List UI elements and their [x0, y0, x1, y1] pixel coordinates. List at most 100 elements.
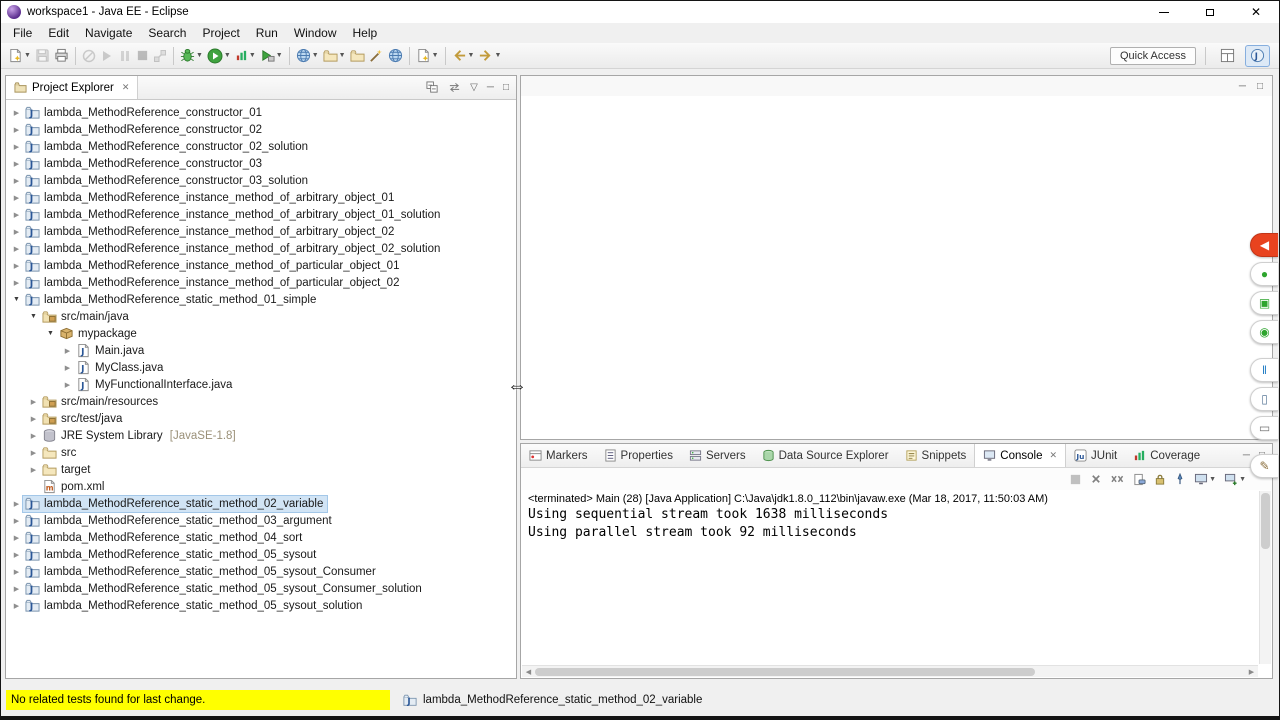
tree-item[interactable]: ▼ src/main/java: [6, 308, 516, 325]
toolbar-external-tools-button[interactable]: ▼: [258, 45, 285, 67]
overlay-pause-button[interactable]: ‖: [1250, 358, 1278, 382]
expand-arrow-icon[interactable]: ▶: [10, 228, 23, 236]
menu-help[interactable]: Help: [345, 24, 386, 42]
toolbar-run-button[interactable]: ▼: [205, 45, 233, 67]
javaee-perspective-button[interactable]: J: [1245, 44, 1270, 67]
overlay-display-button[interactable]: ▭: [1250, 416, 1278, 440]
expand-arrow-icon[interactable]: ▶: [10, 534, 23, 542]
tree-item[interactable]: ▶ src: [6, 444, 516, 461]
overlay-plugin-button[interactable]: ●: [1250, 262, 1278, 286]
tree-item[interactable]: ▶ Jlambda_MethodReference_instance_method…: [6, 223, 516, 240]
console-minimize-button[interactable]: ─: [1243, 450, 1250, 461]
tab-snippets[interactable]: Snippets: [897, 444, 975, 467]
expand-arrow-icon[interactable]: ▶: [10, 177, 23, 185]
expand-arrow-icon[interactable]: ▶: [10, 126, 23, 134]
collapse-arrow-icon[interactable]: ▼: [10, 296, 23, 303]
minimize-button[interactable]: ─: [487, 82, 494, 93]
menu-project[interactable]: Project: [194, 24, 247, 42]
tree-item[interactable]: ▶ J Main.java: [6, 342, 516, 359]
tree-item[interactable]: ▶ J MyFunctionalInterface.java: [6, 376, 516, 393]
toolbar-new-wizard-button[interactable]: ▼: [6, 45, 33, 67]
tab-project-explorer[interactable]: Project Explorer ✕: [6, 76, 139, 99]
expand-arrow-icon[interactable]: ▶: [10, 602, 23, 610]
toolbar-print-button[interactable]: [52, 45, 71, 67]
tab-markers[interactable]: Markers: [521, 444, 596, 467]
tree-item[interactable]: ▶ Jlambda_MethodReference_instance_method…: [6, 206, 516, 223]
overlay-mobile-button[interactable]: ▯: [1250, 387, 1278, 411]
toolbar-internal-browser-button[interactable]: [386, 45, 405, 67]
scroll-left-icon[interactable]: ◀: [522, 668, 535, 676]
dropdown-arrow-icon[interactable]: ▼: [196, 52, 203, 59]
tab-junit[interactable]: Ju JUnit: [1066, 444, 1125, 467]
toolbar-open-resource-button[interactable]: [348, 45, 367, 67]
tree-item[interactable]: ▼ mypackage: [6, 325, 516, 342]
scrollbar-thumb[interactable]: [535, 667, 1036, 676]
menu-run[interactable]: Run: [248, 24, 286, 42]
toolbar-web-browser-button[interactable]: ▼: [294, 45, 321, 67]
tree-item[interactable]: ▶ J MyClass.java: [6, 359, 516, 376]
scroll-lock-button[interactable]: [1154, 473, 1166, 486]
tree-item[interactable]: ▶ Jlambda_MethodReference_instance_method…: [6, 240, 516, 257]
tree-item[interactable]: ▶ Jlambda_MethodReference_instance_method…: [6, 274, 516, 291]
toolbar-new-java-element-button[interactable]: ▼: [414, 45, 441, 67]
expand-arrow-icon[interactable]: ▶: [61, 347, 74, 355]
tree-item[interactable]: ▶ Jlambda_MethodReference_static_method_0…: [6, 563, 516, 580]
close-icon[interactable]: ✕: [122, 82, 130, 93]
tree-item[interactable]: ▶ Jlambda_MethodReference_static_method_0…: [6, 597, 516, 614]
overlay-camera-button[interactable]: ▣: [1250, 291, 1278, 315]
expand-arrow-icon[interactable]: ▶: [27, 466, 40, 474]
tree-item[interactable]: ▶ src/main/resources: [6, 393, 516, 410]
console-horizontal-scrollbar[interactable]: ◀ ▶: [522, 665, 1258, 677]
expand-arrow-icon[interactable]: ▶: [10, 279, 23, 287]
overlay-edit-button[interactable]: ✎: [1250, 454, 1278, 478]
tree-item[interactable]: ▶ Jlambda_MethodReference_constructor_03: [6, 155, 516, 172]
toolbar-resume-button[interactable]: [98, 45, 116, 67]
dropdown-arrow-icon[interactable]: ▼: [1209, 476, 1216, 483]
overlay-record-button[interactable]: ◉: [1250, 320, 1278, 344]
terminate-button[interactable]: [1069, 473, 1082, 486]
menu-window[interactable]: Window: [286, 24, 345, 42]
toolbar-disconnect-button[interactable]: [151, 45, 169, 67]
clear-console-button[interactable]: [1133, 473, 1146, 486]
tab-data-source-explorer[interactable]: Data Source Explorer: [754, 444, 897, 467]
toolbar-forward-button[interactable]: ▼: [476, 45, 503, 67]
overlay-collapse-button[interactable]: ◀: [1250, 233, 1278, 257]
expand-arrow-icon[interactable]: ▶: [10, 585, 23, 593]
tree-item[interactable]: m pom.xml: [6, 478, 516, 495]
toolbar-open-wizard-button[interactable]: ▼: [321, 45, 348, 67]
dropdown-arrow-icon[interactable]: ▼: [224, 52, 231, 59]
dropdown-arrow-icon[interactable]: ▼: [339, 52, 346, 59]
tree-item[interactable]: ▶ Jlambda_MethodReference_static_method_0…: [6, 512, 516, 529]
pin-console-button[interactable]: [1174, 472, 1186, 486]
dropdown-arrow-icon[interactable]: ▼: [1239, 476, 1246, 483]
tree-item[interactable]: ▶ JRE System Library [JavaSE-1.8]: [6, 427, 516, 444]
dropdown-arrow-icon[interactable]: ▼: [249, 52, 256, 59]
tab-console[interactable]: Console ✕: [974, 444, 1067, 467]
expand-arrow-icon[interactable]: ▶: [27, 449, 40, 457]
window-close-button[interactable]: ✕: [1233, 1, 1279, 23]
tree-item[interactable]: ▶ Jlambda_MethodReference_static_method_0…: [6, 546, 516, 563]
tree-item[interactable]: ▶ Jlambda_MethodReference_instance_method…: [6, 257, 516, 274]
expand-arrow-icon[interactable]: ▶: [61, 364, 74, 372]
toolbar-coverage-button[interactable]: ▼: [233, 45, 258, 67]
tree-item[interactable]: ▶ target: [6, 461, 516, 478]
view-menu-button[interactable]: ▽: [470, 82, 478, 93]
expand-arrow-icon[interactable]: ▶: [10, 245, 23, 253]
tree-item[interactable]: ▶ Jlambda_MethodReference_static_method_0…: [6, 494, 516, 513]
dropdown-arrow-icon[interactable]: ▼: [494, 52, 501, 59]
collapse-all-button[interactable]: [426, 81, 439, 94]
expand-arrow-icon[interactable]: ▶: [10, 568, 23, 576]
expand-arrow-icon[interactable]: ▶: [10, 109, 23, 117]
tree-item[interactable]: ▶ Jlambda_MethodReference_static_method_0…: [6, 580, 516, 597]
expand-arrow-icon[interactable]: ▶: [10, 194, 23, 202]
tab-servers[interactable]: Servers: [681, 444, 754, 467]
tree-item[interactable]: ▶ src/test/java: [6, 410, 516, 427]
toolbar-save-button[interactable]: [33, 45, 52, 67]
tree-item[interactable]: ▶ Jlambda_MethodReference_constructor_02: [6, 121, 516, 138]
tree-item[interactable]: ▼ Jlambda_MethodReference_static_method_0…: [6, 291, 516, 308]
link-with-editor-button[interactable]: [448, 81, 461, 94]
tree-item[interactable]: ▶ Jlambda_MethodReference_constructor_01: [6, 104, 516, 121]
open-perspective-button[interactable]: [1215, 45, 1240, 67]
close-icon[interactable]: ✕: [1050, 450, 1058, 461]
expand-arrow-icon[interactable]: ▶: [10, 500, 23, 508]
